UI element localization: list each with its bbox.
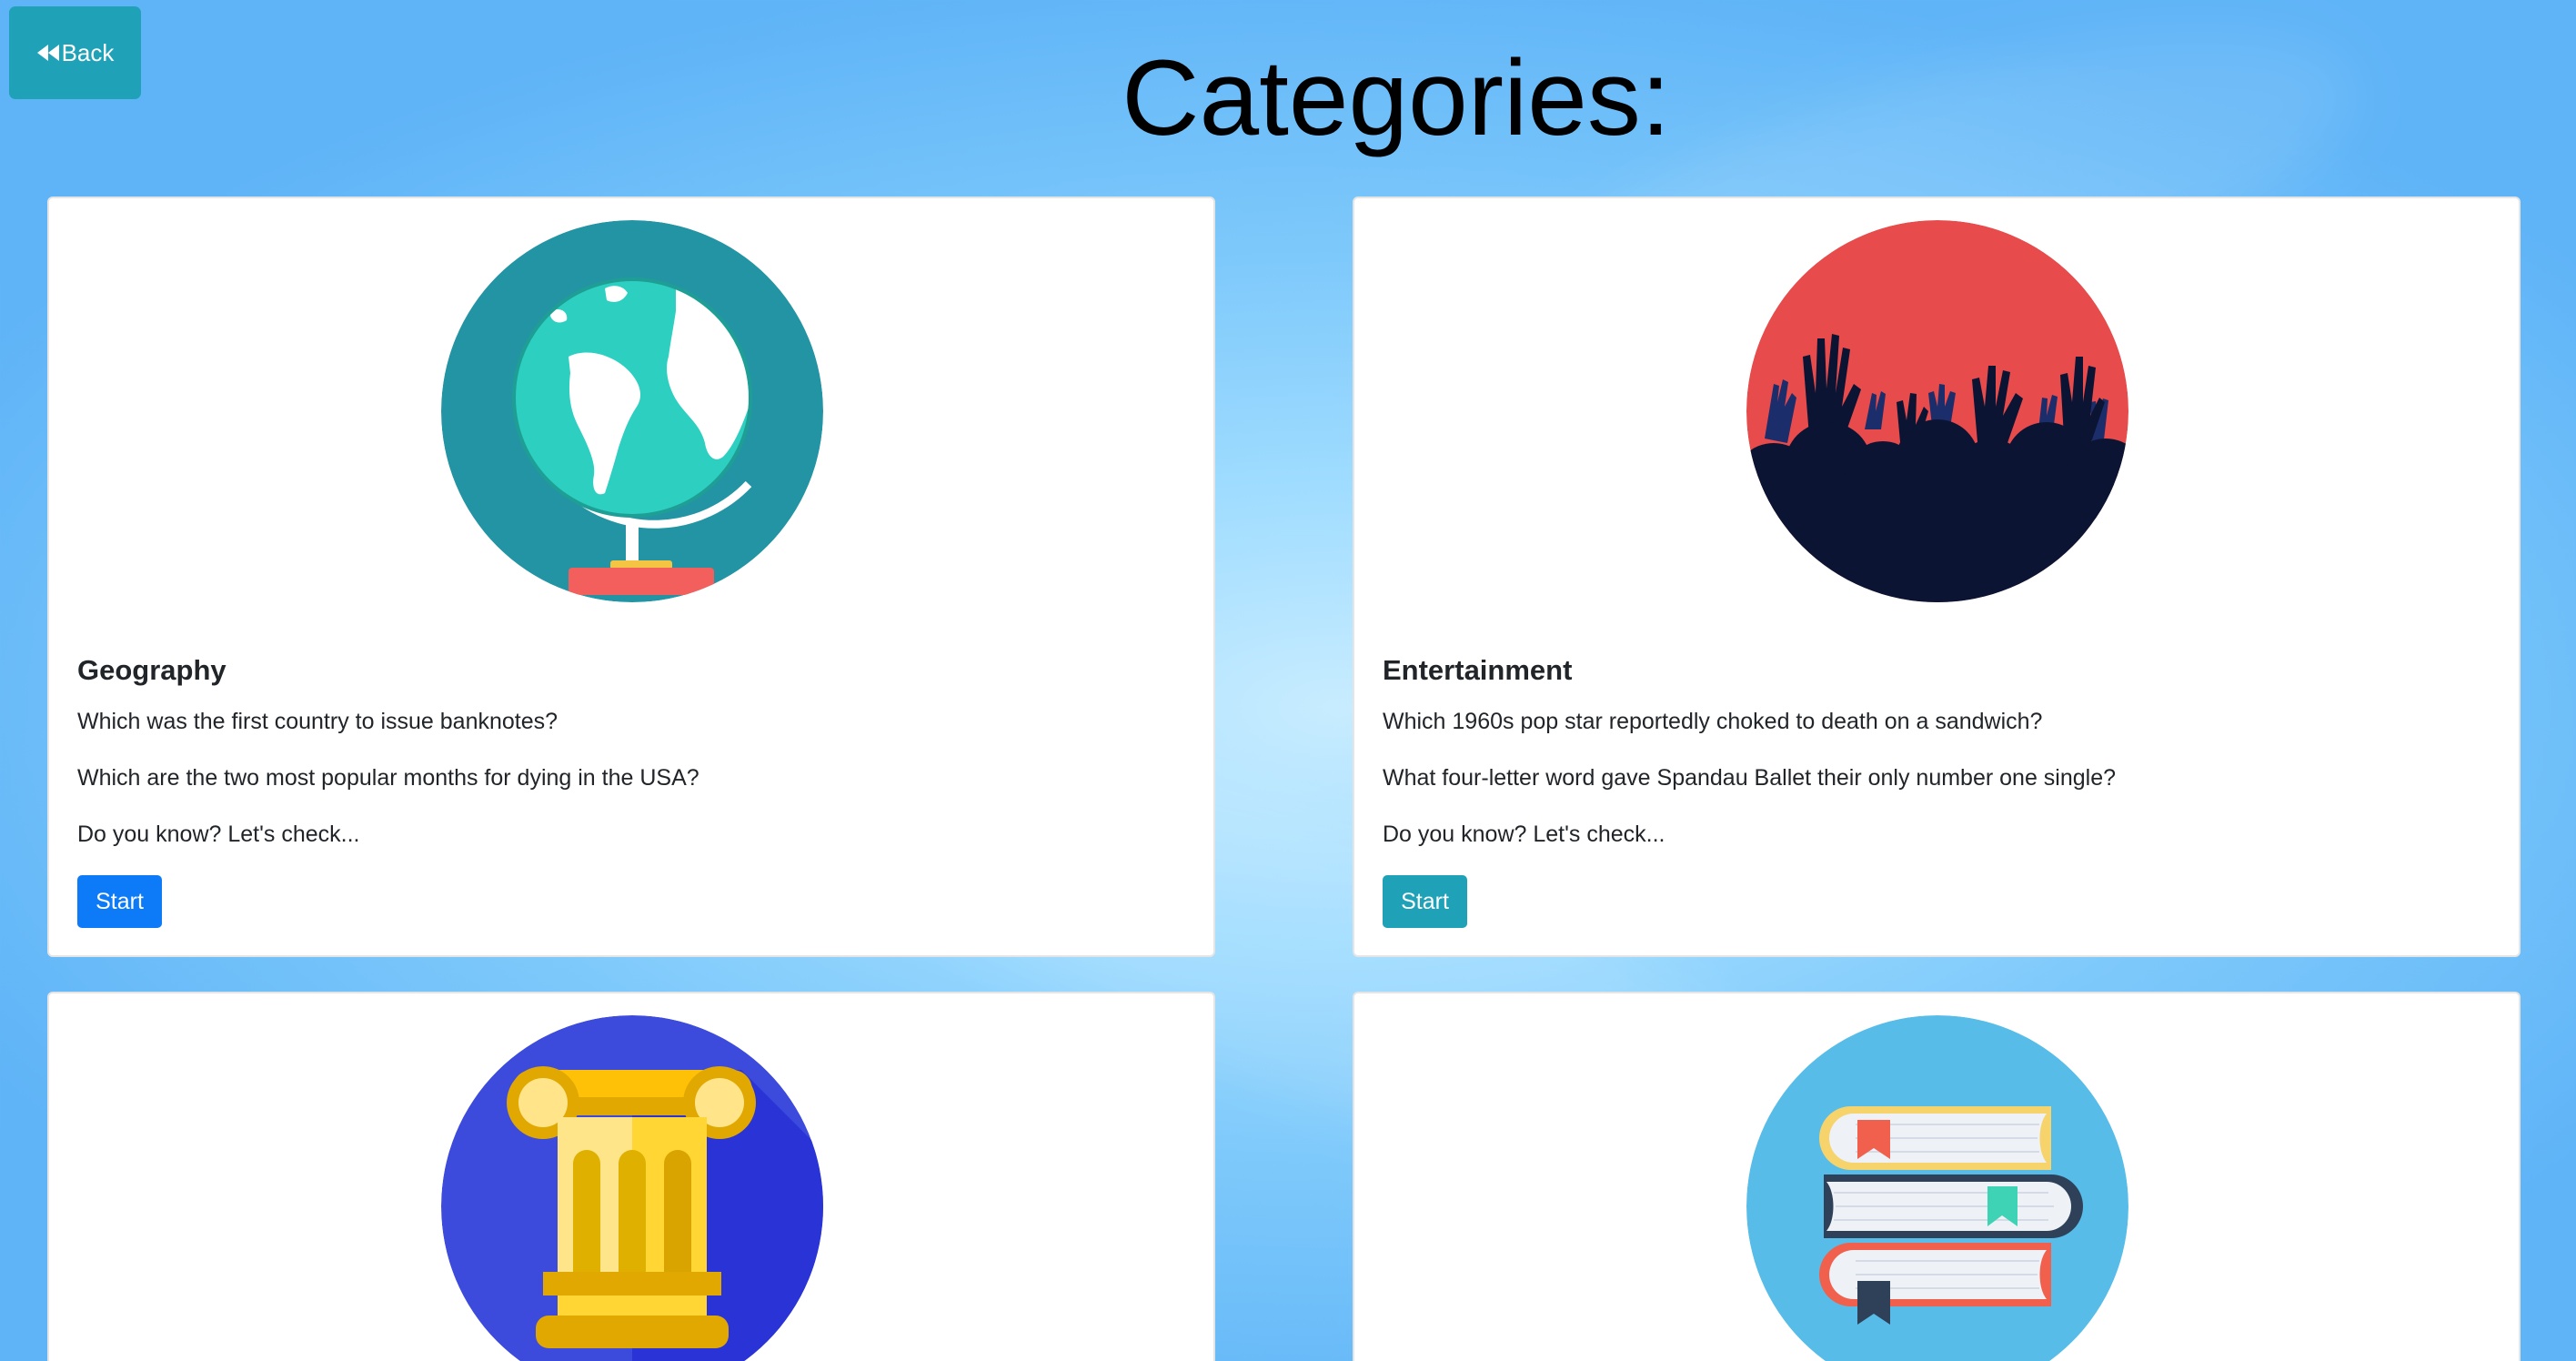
card-question: Which are the two most popular months fo…: [77, 765, 699, 791]
books-stack-icon: [1746, 1015, 2128, 1361]
card-title: Entertainment: [1383, 654, 1573, 686]
column-pillar-icon: [441, 1015, 823, 1361]
card-image: [1746, 220, 2128, 602]
card-image: [441, 1015, 823, 1361]
category-card-geography: Geography Which was the first country to…: [47, 197, 1215, 957]
card-question: Which was the first country to issue ban…: [77, 709, 558, 734]
globe-icon: [441, 220, 823, 602]
category-card: [1353, 992, 2521, 1361]
category-card-entertainment: Entertainment Which 1960s pop star repor…: [1353, 197, 2521, 957]
concert-crowd-icon: [1746, 220, 2128, 602]
card-question: What four-letter word gave Spandau Balle…: [1383, 765, 2117, 791]
card-prompt: Do you know? Let's check...: [1383, 822, 1665, 847]
card-question: Which 1960s pop star reportedly choked t…: [1383, 709, 2043, 734]
page-title: Categories:: [1122, 38, 1671, 158]
card-image: [441, 220, 823, 602]
card-prompt: Do you know? Let's check...: [77, 822, 360, 847]
start-button-entertainment[interactable]: Start: [1383, 875, 1467, 928]
category-card: [47, 992, 1215, 1361]
card-title: Geography: [77, 654, 226, 686]
card-body: Entertainment Which 1960s pop star repor…: [1383, 653, 2490, 928]
card-image: [1746, 1015, 2128, 1361]
page: { "header": { "back_label": "Back", "tit…: [0, 0, 2576, 1361]
card-body: Geography Which was the first country to…: [77, 653, 1185, 928]
start-button-geography[interactable]: Start: [77, 875, 162, 928]
